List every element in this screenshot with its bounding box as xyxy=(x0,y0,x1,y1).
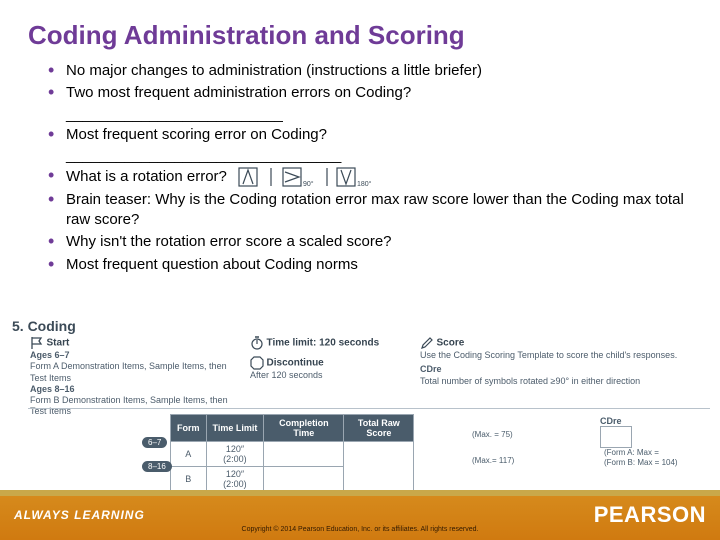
start-text: Form A Demonstration Items, Sample Items… xyxy=(30,361,240,384)
fill-blank: __________________________ xyxy=(0,106,720,123)
col-header: Discontinue xyxy=(267,357,324,368)
stopwatch-icon xyxy=(250,336,264,350)
stop-icon xyxy=(250,356,264,370)
cell-form: B xyxy=(171,467,207,492)
flag-icon xyxy=(30,336,44,350)
page-title: Coding Administration and Scoring xyxy=(0,0,720,59)
score-text: Use the Coding Scoring Template to score… xyxy=(420,350,710,361)
divider xyxy=(28,408,710,409)
rotation-diagram-icon: 90° 180° xyxy=(237,166,397,188)
table-row: A 120″(2:00) xyxy=(171,442,414,467)
bullet-list: Most frequent scoring error on Coding? xyxy=(0,123,720,145)
score-sublabel: CDre xyxy=(420,364,710,375)
bullet-text: What is a rotation error? xyxy=(66,168,227,185)
age-pill: 8–16 xyxy=(142,456,176,474)
score-column: Score Use the Coding Scoring Template to… xyxy=(420,336,710,387)
th-comp: Completion Time xyxy=(264,415,344,442)
cell-comp xyxy=(264,467,344,492)
max-label: (Max.= 117) xyxy=(472,456,514,465)
start-column: Start Ages 6–7 Form A Demonstration Item… xyxy=(30,336,240,418)
age-label: Ages 6–7 xyxy=(30,350,240,361)
pencil-icon xyxy=(420,336,434,350)
brand-logo: PEARSON xyxy=(594,502,706,528)
cdre-caption: (Form A: Max = (Form B: Max = 104) xyxy=(604,448,678,467)
col-header: Time limit: 120 seconds xyxy=(267,337,380,348)
footer-bar: ALWAYS LEARNING PEARSON Copyright © 2014… xyxy=(0,496,720,540)
cell-form: A xyxy=(171,442,207,467)
age-label: Ages 8–16 xyxy=(30,384,240,395)
scoring-template: 5. Coding Start Ages 6–7 Form A Demonstr… xyxy=(0,318,720,478)
rotation-icons: 90° 180° xyxy=(237,166,397,188)
max-label: (Max. = 75) xyxy=(472,430,513,439)
angle-180: 180° xyxy=(357,180,372,188)
copyright-text: Copyright © 2014 Pearson Education, Inc.… xyxy=(0,526,720,533)
footer-accent xyxy=(0,490,720,496)
bullet-item: Why isn't the rotation error score a sca… xyxy=(48,232,690,252)
cdre-label: CDre xyxy=(600,416,710,426)
sheet-heading: 5. Coding xyxy=(12,318,76,334)
fill-blank: _________________________________ xyxy=(0,147,720,164)
cell-comp xyxy=(264,442,344,467)
cell-total xyxy=(344,442,414,492)
bullet-list: No major changes to administration (inst… xyxy=(0,59,720,104)
slide: Coding Administration and Scoring No maj… xyxy=(0,0,720,540)
cell-time: 120″(2:00) xyxy=(206,442,264,467)
angle-90: 90° xyxy=(303,180,314,188)
cell-time: 120″(2:00) xyxy=(206,467,264,492)
th-total: Total Raw Score xyxy=(344,415,414,442)
form-table: Form Time Limit Completion Time Total Ra… xyxy=(170,414,414,492)
bullet-item: Most frequent scoring error on Coding? xyxy=(48,125,690,145)
discontinue-text: After 120 seconds xyxy=(250,370,400,381)
bullet-item: Two most frequent administration errors … xyxy=(48,83,690,103)
bullet-list: What is a rotation error? 90° 180° xyxy=(0,164,720,275)
cdre-box: CDre (Form A: Max = (Form B: Max = 104) xyxy=(600,416,710,467)
th-form: Form xyxy=(171,415,207,442)
bullet-item: Most frequent question about Coding norm… xyxy=(48,255,690,275)
col-header: Start xyxy=(47,337,70,348)
bullet-item: What is a rotation error? 90° 180° xyxy=(48,166,690,188)
footer-tagline: ALWAYS LEARNING xyxy=(14,508,145,522)
col-header: Score xyxy=(437,337,465,348)
bullet-item: Brain teaser: Why is the Coding rotation… xyxy=(48,190,690,231)
th-time: Time Limit xyxy=(206,415,264,442)
age-pill: 6–7 xyxy=(142,432,171,450)
bullet-item: No major changes to administration (inst… xyxy=(48,61,690,81)
discontinue-column: Discontinue After 120 seconds xyxy=(250,356,400,381)
score-text: Total number of symbols rotated ≥90° in … xyxy=(420,376,710,387)
cdre-frame xyxy=(600,426,632,448)
time-column: Time limit: 120 seconds xyxy=(250,336,400,350)
